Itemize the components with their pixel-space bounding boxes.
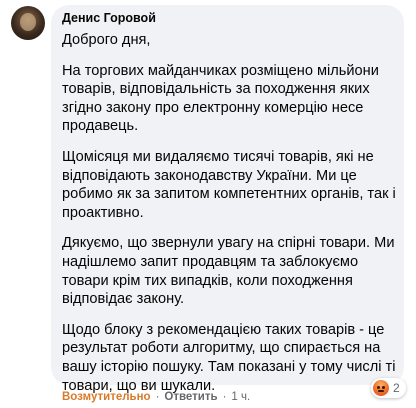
separator: · <box>222 391 227 403</box>
angry-icon <box>373 380 389 396</box>
reaction-count: 2 <box>393 381 400 395</box>
reaction-button[interactable]: Возмутительно <box>62 391 151 403</box>
comment-paragraph: На торгових майданчиках розміщено мільйо… <box>62 62 379 135</box>
comment-paragraph: Щодо блоку з рекомендацією таких товарів… <box>62 321 396 394</box>
comment-timestamp[interactable]: 1 ч. <box>231 391 250 403</box>
comment-body: Доброго дня, На торгових майданчиках роз… <box>62 31 396 407</box>
comment-paragraph: Щомісяця ми видаляємо тисячі товарів, як… <box>62 148 396 221</box>
reaction-summary[interactable]: 2 <box>371 378 406 398</box>
reply-button[interactable]: Ответить <box>164 391 217 403</box>
comment-paragraph: Доброго дня, <box>62 32 151 48</box>
comment-actions: Возмутительно · Ответить · 1 ч. <box>62 391 250 403</box>
avatar[interactable] <box>11 6 45 40</box>
comment-paragraph: Дякуємо, що звернули увагу на спірні тов… <box>62 235 395 308</box>
separator: · <box>155 391 160 403</box>
comment-author[interactable]: Денис Горовой <box>62 11 156 25</box>
